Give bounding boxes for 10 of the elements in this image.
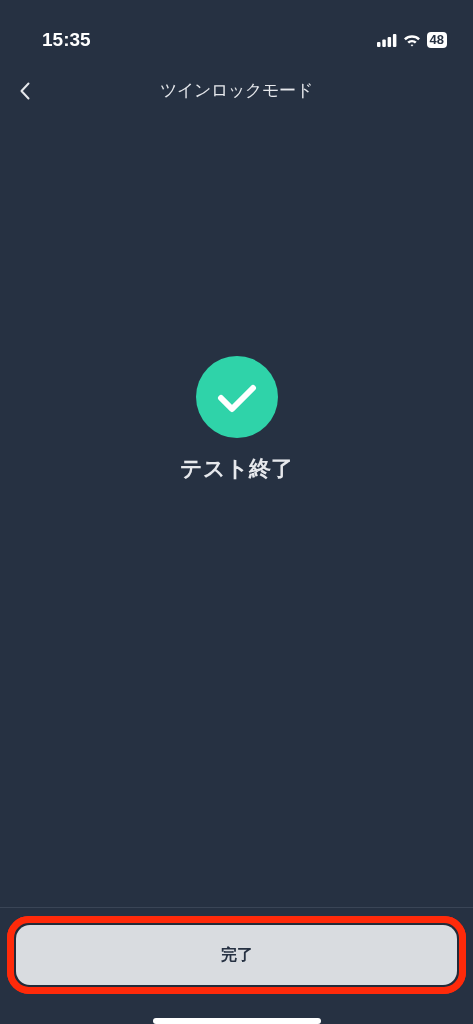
status-time: 15:35 [42,29,91,51]
battery-level: 48 [426,32,447,48]
done-button[interactable]: 完了 [16,925,457,985]
chevron-left-icon [20,82,30,100]
success-check-icon [195,356,278,438]
signal-icon [376,33,397,47]
back-button[interactable] [18,80,32,102]
result-message: テスト終了 [180,455,293,483]
wifi-icon [402,33,421,47]
screen-title: ツインロックモード [160,78,313,102]
